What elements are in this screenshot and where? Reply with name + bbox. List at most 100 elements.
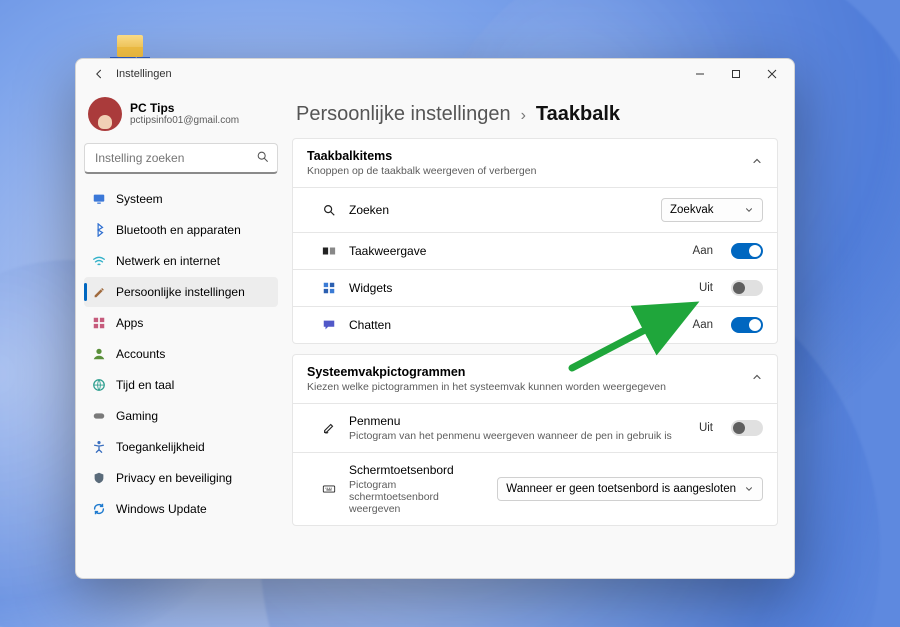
group-subtitle: Kiezen welke pictogrammen in het systeem… [307, 381, 751, 393]
breadcrumb-parent[interactable]: Persoonlijke instellingen [296, 103, 511, 126]
toggle-state-label: Aan [693, 319, 713, 331]
pen-icon [321, 420, 337, 436]
sidebar-item-time[interactable]: Tijd en taal [84, 370, 278, 400]
sidebar-item-system[interactable]: Systeem [84, 184, 278, 214]
sidebar-item-label: Systeem [116, 192, 163, 206]
maximize-button[interactable] [718, 60, 754, 88]
sidebar: PC Tips pctipsinfo01@gmail.com Systeem Bl… [76, 89, 286, 578]
bluetooth-icon [92, 223, 106, 237]
desktop-wallpaper: PC-Tips Instellingen PC Tips pctipsinfo0… [0, 0, 900, 627]
chevron-up-icon [751, 154, 763, 172]
toggle-switch[interactable] [731, 420, 763, 436]
profile-name: PC Tips [130, 102, 239, 115]
sidebar-item-privacy[interactable]: Privacy en beveiliging [84, 463, 278, 493]
gamepad-icon [92, 409, 106, 423]
window-title: Instellingen [116, 68, 172, 80]
dropdown[interactable]: Zoekvak [661, 198, 763, 222]
dropdown[interactable]: Wanneer er geen toetsenbord is aangeslot… [497, 477, 763, 501]
sidebar-item-label: Toegankelijkheid [116, 440, 205, 454]
sidebar-item-apps[interactable]: Apps [84, 308, 278, 338]
dropdown-value: Zoekvak [670, 204, 713, 216]
chevron-down-icon [744, 484, 754, 494]
sidebar-item-label: Tijd en taal [116, 378, 174, 392]
keyboard-icon [321, 481, 337, 497]
sidebar-item-update[interactable]: Windows Update [84, 494, 278, 524]
toggle-switch[interactable] [731, 280, 763, 296]
sidebar-item-label: Accounts [116, 347, 165, 361]
sidebar-item-personalize[interactable]: Persoonlijke instellingen [84, 277, 278, 307]
globe-icon [92, 378, 106, 392]
group-title: Systeemvakpictogrammen [307, 365, 751, 379]
monitor-icon [92, 192, 106, 206]
titlebar: Instellingen [76, 59, 794, 89]
chat-icon [321, 317, 337, 333]
minimize-button[interactable] [682, 60, 718, 88]
settings-group: Systeemvakpictogrammen Kiezen welke picto… [292, 354, 778, 526]
sidebar-item-bluetooth[interactable]: Bluetooth en apparaten [84, 215, 278, 245]
breadcrumb: Persoonlijke instellingen › Taakbalk [292, 97, 778, 128]
grid-icon [92, 316, 106, 330]
toggle-switch[interactable] [731, 243, 763, 259]
sidebar-item-accounts[interactable]: Accounts [84, 339, 278, 369]
group-header[interactable]: Taakbalkitems Knoppen op de taakbalk weer… [293, 139, 777, 187]
toggle-state-label: Uit [699, 282, 713, 294]
widgets-icon [321, 280, 337, 296]
folder-icon [117, 35, 143, 55]
accessibility-icon [92, 440, 106, 454]
toggle-state-label: Aan [693, 245, 713, 257]
row-title: Penmenu [349, 414, 687, 428]
group-subtitle: Knoppen op de taakbalk weergeven of verb… [307, 165, 751, 177]
sidebar-item-label: Privacy en beveiliging [116, 471, 232, 485]
sidebar-item-label: Bluetooth en apparaten [116, 223, 241, 237]
search-input[interactable] [93, 150, 256, 166]
group-header[interactable]: Systeemvakpictogrammen Kiezen welke picto… [293, 355, 777, 403]
sidebar-item-network[interactable]: Netwerk en internet [84, 246, 278, 276]
setting-row-penmenu: Penmenu Pictogram van het penmenu weergev… [293, 403, 777, 452]
row-title: Taakweergave [349, 244, 681, 258]
setting-row-zoeken: Zoeken Zoekvak [293, 187, 777, 232]
chevron-up-icon [751, 370, 763, 388]
row-title: Schermtoetsenbord [349, 463, 485, 477]
page-title: Taakbalk [536, 103, 620, 126]
setting-row-chatten: Chatten Aan [293, 306, 777, 343]
sidebar-nav: Systeem Bluetooth en apparaten Netwerk en … [84, 184, 278, 524]
row-subtitle: Pictogram van het penmenu weergeven wann… [349, 430, 687, 442]
taskview-icon [321, 243, 337, 259]
sidebar-item-label: Apps [116, 316, 143, 330]
wifi-icon [92, 254, 106, 268]
settings-window: Instellingen PC Tips pctipsinfo01@gmail.… [75, 58, 795, 579]
sidebar-item-access[interactable]: Toegankelijkheid [84, 432, 278, 462]
sidebar-item-gaming[interactable]: Gaming [84, 401, 278, 431]
main-panel: Persoonlijke instellingen › Taakbalk Taa… [286, 89, 794, 578]
sidebar-item-label: Windows Update [116, 502, 207, 516]
row-title: Zoeken [349, 203, 649, 217]
toggle-state-label: Uit [699, 422, 713, 434]
row-subtitle: Pictogram schermtoetsenbord weergeven [349, 479, 485, 515]
update-icon [92, 502, 106, 516]
setting-row-widgets: Widgets Uit [293, 269, 777, 306]
setting-row-schermtoetsenbord: Schermtoetsenbord Pictogram schermtoetsen… [293, 452, 777, 525]
dropdown-value: Wanneer er geen toetsenbord is aangeslot… [506, 483, 736, 495]
account-profile[interactable]: PC Tips pctipsinfo01@gmail.com [84, 93, 278, 141]
avatar [88, 97, 122, 131]
search-icon [256, 150, 269, 166]
back-button[interactable] [88, 63, 110, 85]
person-icon [92, 347, 106, 361]
chevron-right-icon: › [521, 107, 526, 125]
toggle-switch[interactable] [731, 317, 763, 333]
shield-icon [92, 471, 106, 485]
row-title: Widgets [349, 281, 687, 295]
sidebar-item-label: Gaming [116, 409, 158, 423]
search-icon [321, 202, 337, 218]
profile-email: pctipsinfo01@gmail.com [130, 115, 239, 126]
settings-search[interactable] [84, 143, 278, 174]
chevron-down-icon [744, 205, 754, 215]
row-title: Chatten [349, 318, 681, 332]
setting-row-taakweergave: Taakweergave Aan [293, 232, 777, 269]
sidebar-item-label: Persoonlijke instellingen [116, 285, 245, 299]
brush-icon [92, 285, 106, 299]
group-title: Taakbalkitems [307, 149, 751, 163]
sidebar-item-label: Netwerk en internet [116, 254, 220, 268]
close-button[interactable] [754, 60, 790, 88]
settings-group: Taakbalkitems Knoppen op de taakbalk weer… [292, 138, 778, 344]
